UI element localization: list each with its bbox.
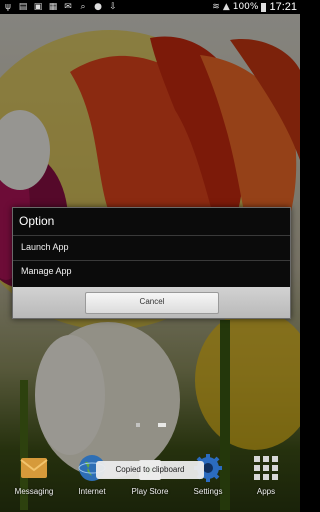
- dock-item-messaging[interactable]: Messaging: [6, 452, 62, 502]
- dock-label: Play Store: [131, 487, 169, 496]
- dock-label: Messaging: [14, 487, 54, 496]
- toast-text: Copied to clipboard: [115, 465, 185, 474]
- cancel-label: Cancel: [139, 297, 165, 306]
- gallery-icon: ▦: [48, 2, 58, 12]
- dialog-footer: Cancel: [13, 287, 290, 318]
- launch-app-item[interactable]: Launch App: [13, 237, 290, 259]
- wifi-icon: ≋: [212, 2, 220, 12]
- dock-label: Settings: [193, 487, 223, 496]
- dialog-item-label: Launch App: [21, 242, 69, 252]
- dock-label: Apps: [256, 487, 276, 496]
- mail-icon: ✉: [64, 2, 72, 12]
- download-icon: ⇩: [109, 2, 117, 12]
- page-indicator-dot: [136, 423, 140, 427]
- page-indicator-dot-active: [158, 423, 166, 427]
- dock-label: Internet: [78, 487, 106, 496]
- usb-icon: ψ: [5, 2, 11, 12]
- status-bar: ψ ▤ ▣ ▦ ✉ ⌕ ● ⇩ ≋ ▲ 100% 17:21: [0, 0, 300, 14]
- manage-app-item[interactable]: Manage App: [13, 261, 290, 283]
- divider: [13, 235, 290, 236]
- dialog-title: Option: [19, 214, 55, 228]
- battery-icon: [261, 2, 267, 12]
- sd-card-icon: ▤: [18, 2, 28, 12]
- chat-icon: ●: [94, 2, 102, 12]
- clock: 17:21: [269, 1, 297, 13]
- signal-icon: ▲: [222, 2, 230, 12]
- dialog-item-label: Manage App: [21, 266, 72, 276]
- battery-percent: 100%: [232, 2, 259, 12]
- image-icon: ▣: [33, 2, 43, 12]
- apps-grid-icon: [254, 456, 278, 480]
- messaging-icon: [20, 458, 48, 478]
- status-right: ≋ ▲ 100% 17:21: [212, 0, 297, 14]
- search-icon: ⌕: [80, 2, 86, 12]
- cancel-button[interactable]: Cancel: [85, 292, 219, 314]
- toast: Copied to clipboard: [96, 461, 204, 479]
- dock-item-apps[interactable]: Apps: [238, 452, 294, 502]
- option-dialog: Option Launch App Manage App Cancel: [12, 207, 291, 319]
